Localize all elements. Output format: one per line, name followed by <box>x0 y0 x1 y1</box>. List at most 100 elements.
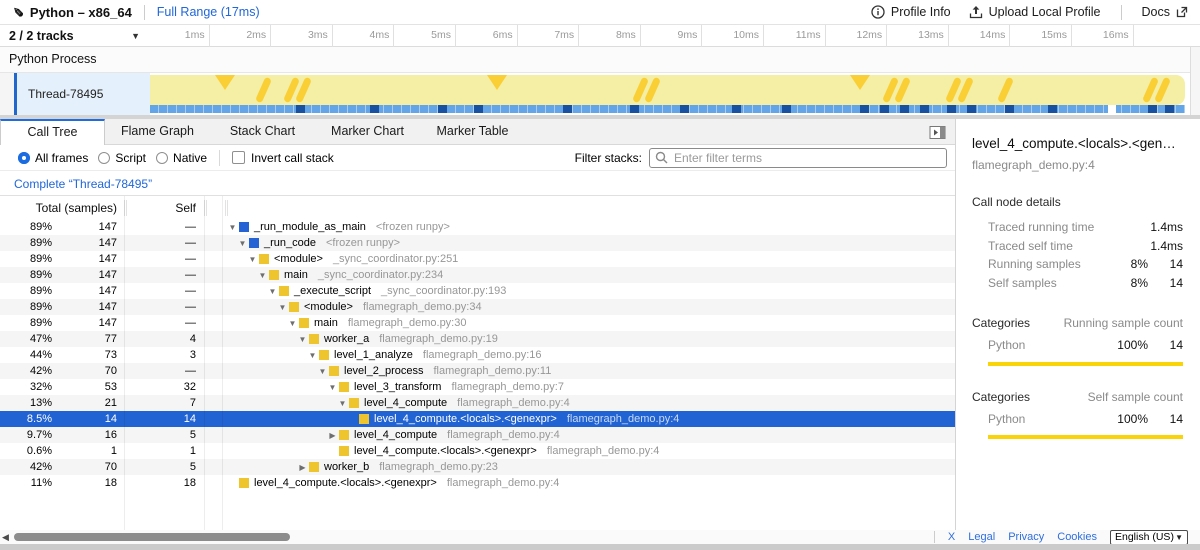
profile-name[interactable]: ✎ Python – x86_64 <box>12 4 132 20</box>
sidebar-toggle-button[interactable] <box>929 124 946 141</box>
call-tree-row[interactable]: 89%147—▼_execute_script_sync_coordinator… <box>0 283 955 299</box>
function-location: flamegraph_demo.py:30 <box>348 317 467 329</box>
cell-total: 42%70 <box>0 365 124 377</box>
call-tree-row[interactable]: 13%217▼level_4_computeflamegraph_demo.py… <box>0 395 955 411</box>
column-header-self[interactable]: Self <box>127 201 204 215</box>
category-count: 14 <box>1148 338 1183 352</box>
tab-call-tree[interactable]: Call Tree <box>0 119 105 146</box>
scroll-left-arrow[interactable]: ◀ <box>2 532 9 543</box>
process-track-header[interactable]: Python Process <box>0 47 1190 73</box>
tab-marker-table[interactable]: Marker Table <box>420 119 525 145</box>
thread-track-row: Thread-78495 <box>0 73 1190 115</box>
call-tree-row[interactable]: 89%147—▼<module>_sync_coordinator.py:251 <box>0 251 955 267</box>
cell-function: ▼main_sync_coordinator.py:234 <box>222 269 955 281</box>
collapse-twisty-icon[interactable]: ▼ <box>286 319 299 328</box>
collapse-twisty-icon[interactable]: ▼ <box>316 367 329 376</box>
collapse-twisty-icon[interactable]: ▼ <box>236 239 249 248</box>
complete-thread-row: Complete “Thread-78495” <box>0 171 955 196</box>
column-header-total[interactable]: Total (samples) <box>0 201 124 215</box>
cell-total-samples: 18 <box>52 477 124 489</box>
call-tree-row[interactable]: 8.5%1414level_4_compute.<locals>.<genexp… <box>0 411 955 427</box>
column-splitter[interactable] <box>225 200 228 216</box>
tracks-dropdown[interactable]: 2 / 2 tracks ▼ <box>0 25 150 47</box>
filter-stacks-input[interactable] <box>649 148 947 168</box>
full-range-link[interactable]: Full Range (17ms) <box>157 5 260 19</box>
call-tree-row[interactable]: 89%147—▼mainflamegraph_demo.py:30 <box>0 315 955 331</box>
function-name: level_1_analyze <box>334 349 413 361</box>
call-tree-row[interactable]: 32%5332▼level_3_transformflamegraph_demo… <box>0 379 955 395</box>
category-header: CategoriesRunning sample count <box>972 316 1183 330</box>
invert-call-stack-checkbox[interactable] <box>232 151 245 164</box>
expand-twisty-icon[interactable]: ▶ <box>296 463 309 472</box>
function-name: main <box>284 269 308 281</box>
cell-self: — <box>124 253 204 265</box>
call-tree-row[interactable]: 47%774▼worker_aflamegraph_demo.py:19 <box>0 331 955 347</box>
upload-icon <box>969 5 983 19</box>
collapse-twisty-icon[interactable]: ▼ <box>226 223 239 232</box>
call-tree-row[interactable]: 89%147—▼_run_module_as_main<frozen runpy… <box>0 219 955 235</box>
call-tree-row[interactable]: 0.6%11level_4_compute.<locals>.<genexpr>… <box>0 443 955 459</box>
tab-flame-graph[interactable]: Flame Graph <box>105 119 210 145</box>
language-value: English (US) <box>1115 531 1174 543</box>
horizontal-scrollbar-thumb[interactable] <box>14 533 290 541</box>
sample-dark-segment <box>880 105 889 113</box>
radio-script[interactable] <box>98 152 110 164</box>
call-tree-row[interactable]: 42%70—▼level_2_processflamegraph_demo.py… <box>0 363 955 379</box>
upload-local-profile-button[interactable]: Upload Local Profile <box>969 5 1101 19</box>
function-location: <frozen runpy> <box>376 221 450 233</box>
timeline-vertical-scrollbar[interactable] <box>1190 47 1200 119</box>
collapse-twisty-icon[interactable]: ▼ <box>326 383 339 392</box>
footer-bar: ◀ X Legal Privacy Cookies English (US) ▼ <box>0 530 1200 544</box>
collapse-twisty-icon[interactable]: ▼ <box>246 255 259 264</box>
cell-function: level_4_compute.<locals>.<genexpr>flameg… <box>222 445 955 457</box>
cell-total-percent: 89% <box>0 221 52 233</box>
footer-link-x[interactable]: X <box>948 531 955 543</box>
call-tree-row[interactable]: 89%147—▼<module>flamegraph_demo.py:34 <box>0 299 955 315</box>
cell-function: ▼_execute_script_sync_coordinator.py:193 <box>222 285 955 297</box>
function-name: <module> <box>304 301 353 313</box>
footer-link-legal[interactable]: Legal <box>968 531 995 543</box>
complete-thread-link[interactable]: Complete “Thread-78495” <box>14 177 152 191</box>
radio-all-frames[interactable] <box>18 152 30 164</box>
collapse-twisty-icon[interactable]: ▼ <box>336 399 349 408</box>
footer-link-privacy[interactable]: Privacy <box>1008 531 1044 543</box>
category-color-swatch <box>239 478 249 488</box>
sample-dark-segment <box>920 105 929 113</box>
cell-total: 11%18 <box>0 477 124 489</box>
collapse-twisty-icon[interactable]: ▼ <box>296 335 309 344</box>
cell-total-samples: 16 <box>52 429 124 441</box>
collapse-twisty-icon[interactable]: ▼ <box>256 271 269 280</box>
call-tree-row[interactable]: 42%705▶worker_bflamegraph_demo.py:23 <box>0 459 955 475</box>
radio-native[interactable] <box>156 152 168 164</box>
thread-track-label[interactable]: Thread-78495 <box>17 73 150 115</box>
collapse-twisty-icon[interactable]: ▼ <box>306 351 319 360</box>
call-tree-row[interactable]: 89%147—▼main_sync_coordinator.py:234 <box>0 267 955 283</box>
ruler-tick-label: 9ms <box>641 29 697 41</box>
call-tree-row[interactable]: 44%733▼level_1_analyzeflamegraph_demo.py… <box>0 347 955 363</box>
sample-dark-segment <box>967 105 976 113</box>
cell-total-percent: 89% <box>0 253 52 265</box>
footer-link-cookies[interactable]: Cookies <box>1057 531 1097 543</box>
call-tree-row[interactable]: 89%147—▼_run_code<frozen runpy> <box>0 235 955 251</box>
call-tree-row[interactable]: 11%1818level_4_compute.<locals>.<genexpr… <box>0 475 955 491</box>
docs-link[interactable]: Docs <box>1142 5 1188 19</box>
tab-stack-chart[interactable]: Stack Chart <box>210 119 315 145</box>
cell-total-percent: 32% <box>0 381 52 393</box>
detail-label: Self samples <box>972 276 1110 290</box>
call-node-details-rows: Traced running time1.4msTraced self time… <box>972 218 1183 292</box>
thread-track-graph[interactable] <box>150 73 1190 115</box>
cell-self: 18 <box>124 477 204 489</box>
call-tree-row[interactable]: 9.7%165▶level_4_computeflamegraph_demo.p… <box>0 427 955 443</box>
cell-function: ▼level_1_analyzeflamegraph_demo.py:16 <box>222 349 955 361</box>
expand-twisty-icon[interactable]: ▶ <box>326 431 339 440</box>
language-select[interactable]: English (US) ▼ <box>1110 530 1188 545</box>
call-tree: 89%147—▼_run_module_as_main<frozen runpy… <box>0 219 955 530</box>
collapse-twisty-icon[interactable]: ▼ <box>276 303 289 312</box>
category-fill-bar <box>988 362 1183 366</box>
cell-self: 14 <box>124 413 204 425</box>
profile-info-button[interactable]: Profile Info <box>871 5 951 19</box>
radio-native-label: Native <box>173 151 207 165</box>
cell-self: — <box>124 365 204 377</box>
tab-marker-chart[interactable]: Marker Chart <box>315 119 420 145</box>
collapse-twisty-icon[interactable]: ▼ <box>266 287 279 296</box>
